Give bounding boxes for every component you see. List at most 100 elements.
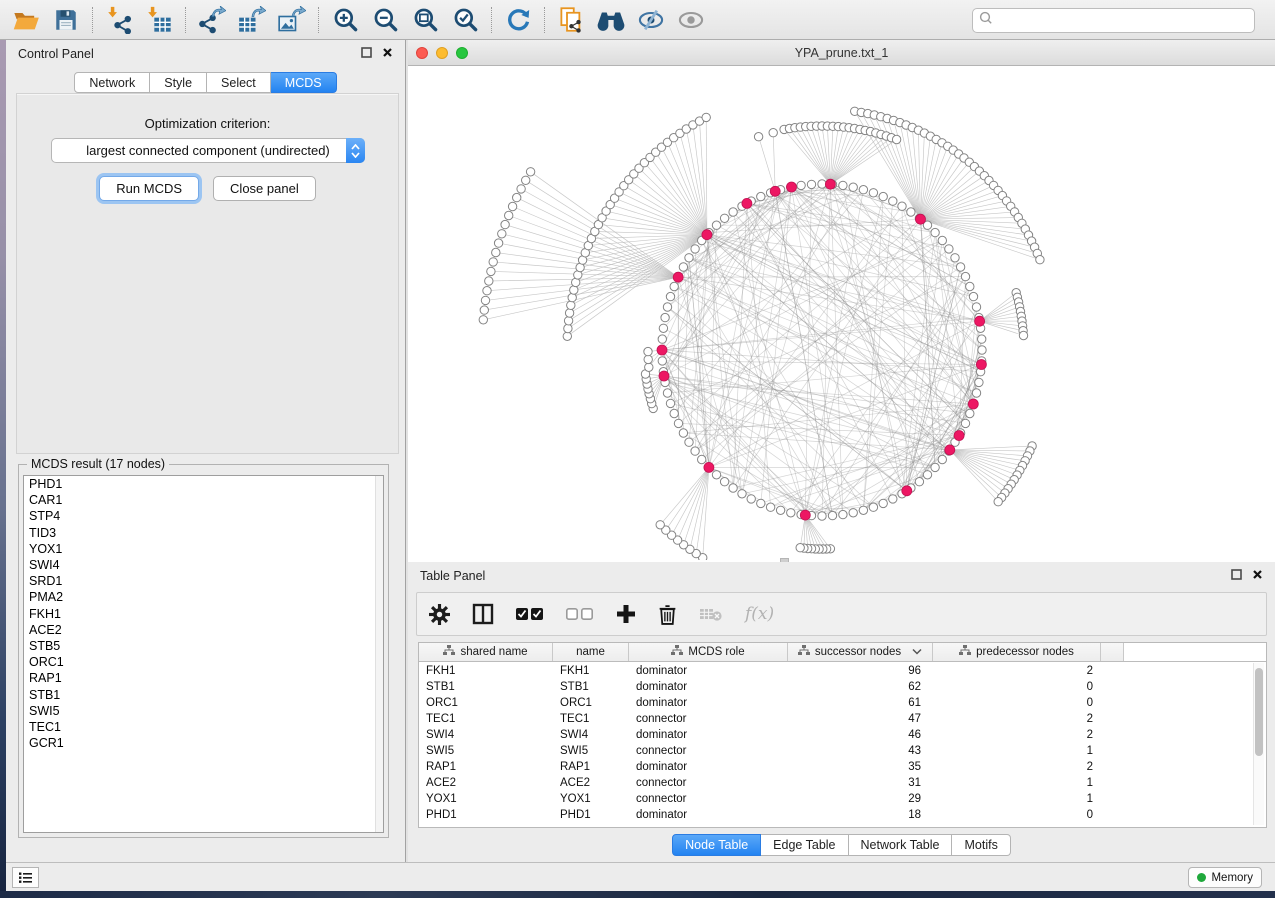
tab-mcds[interactable]: MCDS: [271, 72, 337, 93]
cell-name: ACE2: [553, 775, 629, 791]
toolbar-separator: [544, 7, 545, 33]
criterion-label: Optimization criterion:: [17, 116, 398, 131]
import-network-icon[interactable]: [99, 3, 139, 37]
export-network-icon[interactable]: [192, 3, 232, 37]
export-table-icon[interactable]: [232, 3, 272, 37]
column-header-successor-nodes[interactable]: successor nodes: [788, 643, 933, 661]
export-image-icon[interactable]: [272, 3, 312, 37]
tab-motifs[interactable]: Motifs: [952, 834, 1010, 856]
result-list-item[interactable]: SWI5: [24, 703, 383, 719]
import-table-icon[interactable]: [139, 3, 179, 37]
cell-shared-name: TEC1: [419, 711, 553, 727]
result-list-item[interactable]: SRD1: [24, 573, 383, 589]
cell-predecessor-nodes: 1: [933, 791, 1101, 807]
result-list-item[interactable]: PHD1: [24, 476, 383, 492]
result-list-item[interactable]: TEC1: [24, 719, 383, 735]
result-list-item[interactable]: PMA2: [24, 589, 383, 605]
table-row[interactable]: SWI5SWI5connector431: [419, 743, 1251, 759]
column-header-predecessor-nodes[interactable]: predecessor nodes: [933, 643, 1101, 661]
result-list-item[interactable]: YOX1: [24, 541, 383, 557]
criterion-dropdown[interactable]: largest connected component (undirected): [51, 138, 365, 163]
column-header-MCDS-role[interactable]: MCDS role: [629, 643, 788, 661]
zoom-out-icon[interactable]: [365, 3, 405, 37]
table-row[interactable]: ORC1ORC1dominator610: [419, 695, 1251, 711]
mcds-result-list[interactable]: PHD1CAR1STP4TID3YOX1SWI4SRD1PMA2FKH1ACE2…: [23, 475, 384, 833]
gear-icon[interactable]: [429, 604, 450, 625]
search-field[interactable]: [972, 8, 1255, 33]
status-bar: Memory: [6, 862, 1275, 891]
tab-network[interactable]: Network: [74, 72, 150, 93]
result-scrollbar[interactable]: [375, 476, 383, 832]
table-row[interactable]: YOX1YOX1connector291: [419, 791, 1251, 807]
result-list-item[interactable]: ORC1: [24, 654, 383, 670]
column-header-shared-name[interactable]: shared name: [419, 643, 553, 661]
table-scrollbar-thumb[interactable]: [1255, 668, 1263, 756]
binoculars-icon[interactable]: [591, 3, 631, 37]
result-list-item[interactable]: GCR1: [24, 735, 383, 751]
close-panel-icon[interactable]: [382, 45, 393, 63]
save-session-icon[interactable]: [46, 3, 86, 37]
refresh-icon[interactable]: [498, 3, 538, 37]
mcds-result-groupbox: MCDS result (17 nodes) PHD1CAR1STP4TID3Y…: [18, 464, 389, 838]
float-panel-icon[interactable]: [361, 45, 372, 63]
zoom-selected-icon[interactable]: [445, 3, 485, 37]
column-header-blank[interactable]: [1101, 643, 1124, 661]
memory-status-icon: [1197, 873, 1206, 882]
result-list-item[interactable]: RAP1: [24, 670, 383, 686]
table-row[interactable]: PHD1PHD1dominator180: [419, 807, 1251, 823]
cell-predecessor-nodes: 0: [933, 807, 1101, 823]
result-list-item[interactable]: STB5: [24, 638, 383, 654]
copy-network-icon[interactable]: [551, 3, 591, 37]
cell-mcds-role: dominator: [629, 695, 788, 711]
add-icon[interactable]: [616, 604, 636, 624]
close-panel-icon[interactable]: [1252, 567, 1263, 585]
memory-button[interactable]: Memory: [1188, 867, 1262, 888]
cell-shared-name: SWI5: [419, 743, 553, 759]
tab-select[interactable]: Select: [207, 72, 271, 93]
open-file-icon[interactable]: [6, 3, 46, 37]
table-scrollbar[interactable]: [1253, 663, 1264, 825]
split-columns-icon[interactable]: [472, 603, 494, 625]
node-table[interactable]: shared namenameMCDS rolesuccessor nodesp…: [418, 642, 1267, 828]
table-row[interactable]: ACE2ACE2connector311: [419, 775, 1251, 791]
run-mcds-button[interactable]: Run MCDS: [99, 176, 199, 201]
result-list-item[interactable]: STP4: [24, 508, 383, 524]
table-row[interactable]: TEC1TEC1connector472: [419, 711, 1251, 727]
table-row[interactable]: FKH1FKH1dominator962: [419, 663, 1251, 679]
tab-edge-table[interactable]: Edge Table: [761, 834, 848, 856]
delete-icon[interactable]: [658, 604, 677, 625]
result-list-item[interactable]: ACE2: [24, 622, 383, 638]
column-header-name[interactable]: name: [553, 643, 629, 661]
table-row[interactable]: SWI4SWI4dominator462: [419, 727, 1251, 743]
network-graph[interactable]: [408, 66, 1275, 560]
result-list-item[interactable]: STB1: [24, 687, 383, 703]
result-list-item[interactable]: CAR1: [24, 492, 383, 508]
select-all-icon[interactable]: [516, 607, 544, 621]
search-input[interactable]: [994, 11, 1254, 31]
float-panel-icon[interactable]: [1231, 567, 1242, 585]
cell-name: SWI4: [553, 727, 629, 743]
cell-predecessor-nodes: 1: [933, 775, 1101, 791]
eye-slash-icon[interactable]: [631, 3, 671, 37]
table-row[interactable]: STB1STB1dominator620: [419, 679, 1251, 695]
close-panel-button[interactable]: Close panel: [213, 176, 316, 201]
eye-icon[interactable]: [671, 3, 711, 37]
table-type-tabs: Node TableEdge TableNetwork TableMotifs: [408, 834, 1275, 856]
deselect-all-icon[interactable]: [566, 607, 594, 621]
network-window-titlebar[interactable]: YPA_prune.txt_1: [408, 40, 1275, 66]
tab-node-table[interactable]: Node Table: [672, 834, 761, 856]
table-row[interactable]: RAP1RAP1dominator352: [419, 759, 1251, 775]
zoom-fit-icon[interactable]: [405, 3, 445, 37]
tab-style[interactable]: Style: [150, 72, 207, 93]
tab-network-table[interactable]: Network Table: [849, 834, 953, 856]
cell-successor-nodes: 96: [788, 663, 933, 679]
result-list-item[interactable]: TID3: [24, 525, 383, 541]
panel-menu-button[interactable]: [12, 867, 39, 888]
zoom-in-icon[interactable]: [325, 3, 365, 37]
network-canvas[interactable]: [408, 66, 1275, 560]
result-list-item[interactable]: SWI4: [24, 557, 383, 573]
toolbar-separator: [92, 7, 93, 33]
result-list-item[interactable]: FKH1: [24, 606, 383, 622]
control-panel: Control Panel NetworkStyleSelectMCDS Opt…: [6, 40, 406, 862]
cell-name: RAP1: [553, 759, 629, 775]
